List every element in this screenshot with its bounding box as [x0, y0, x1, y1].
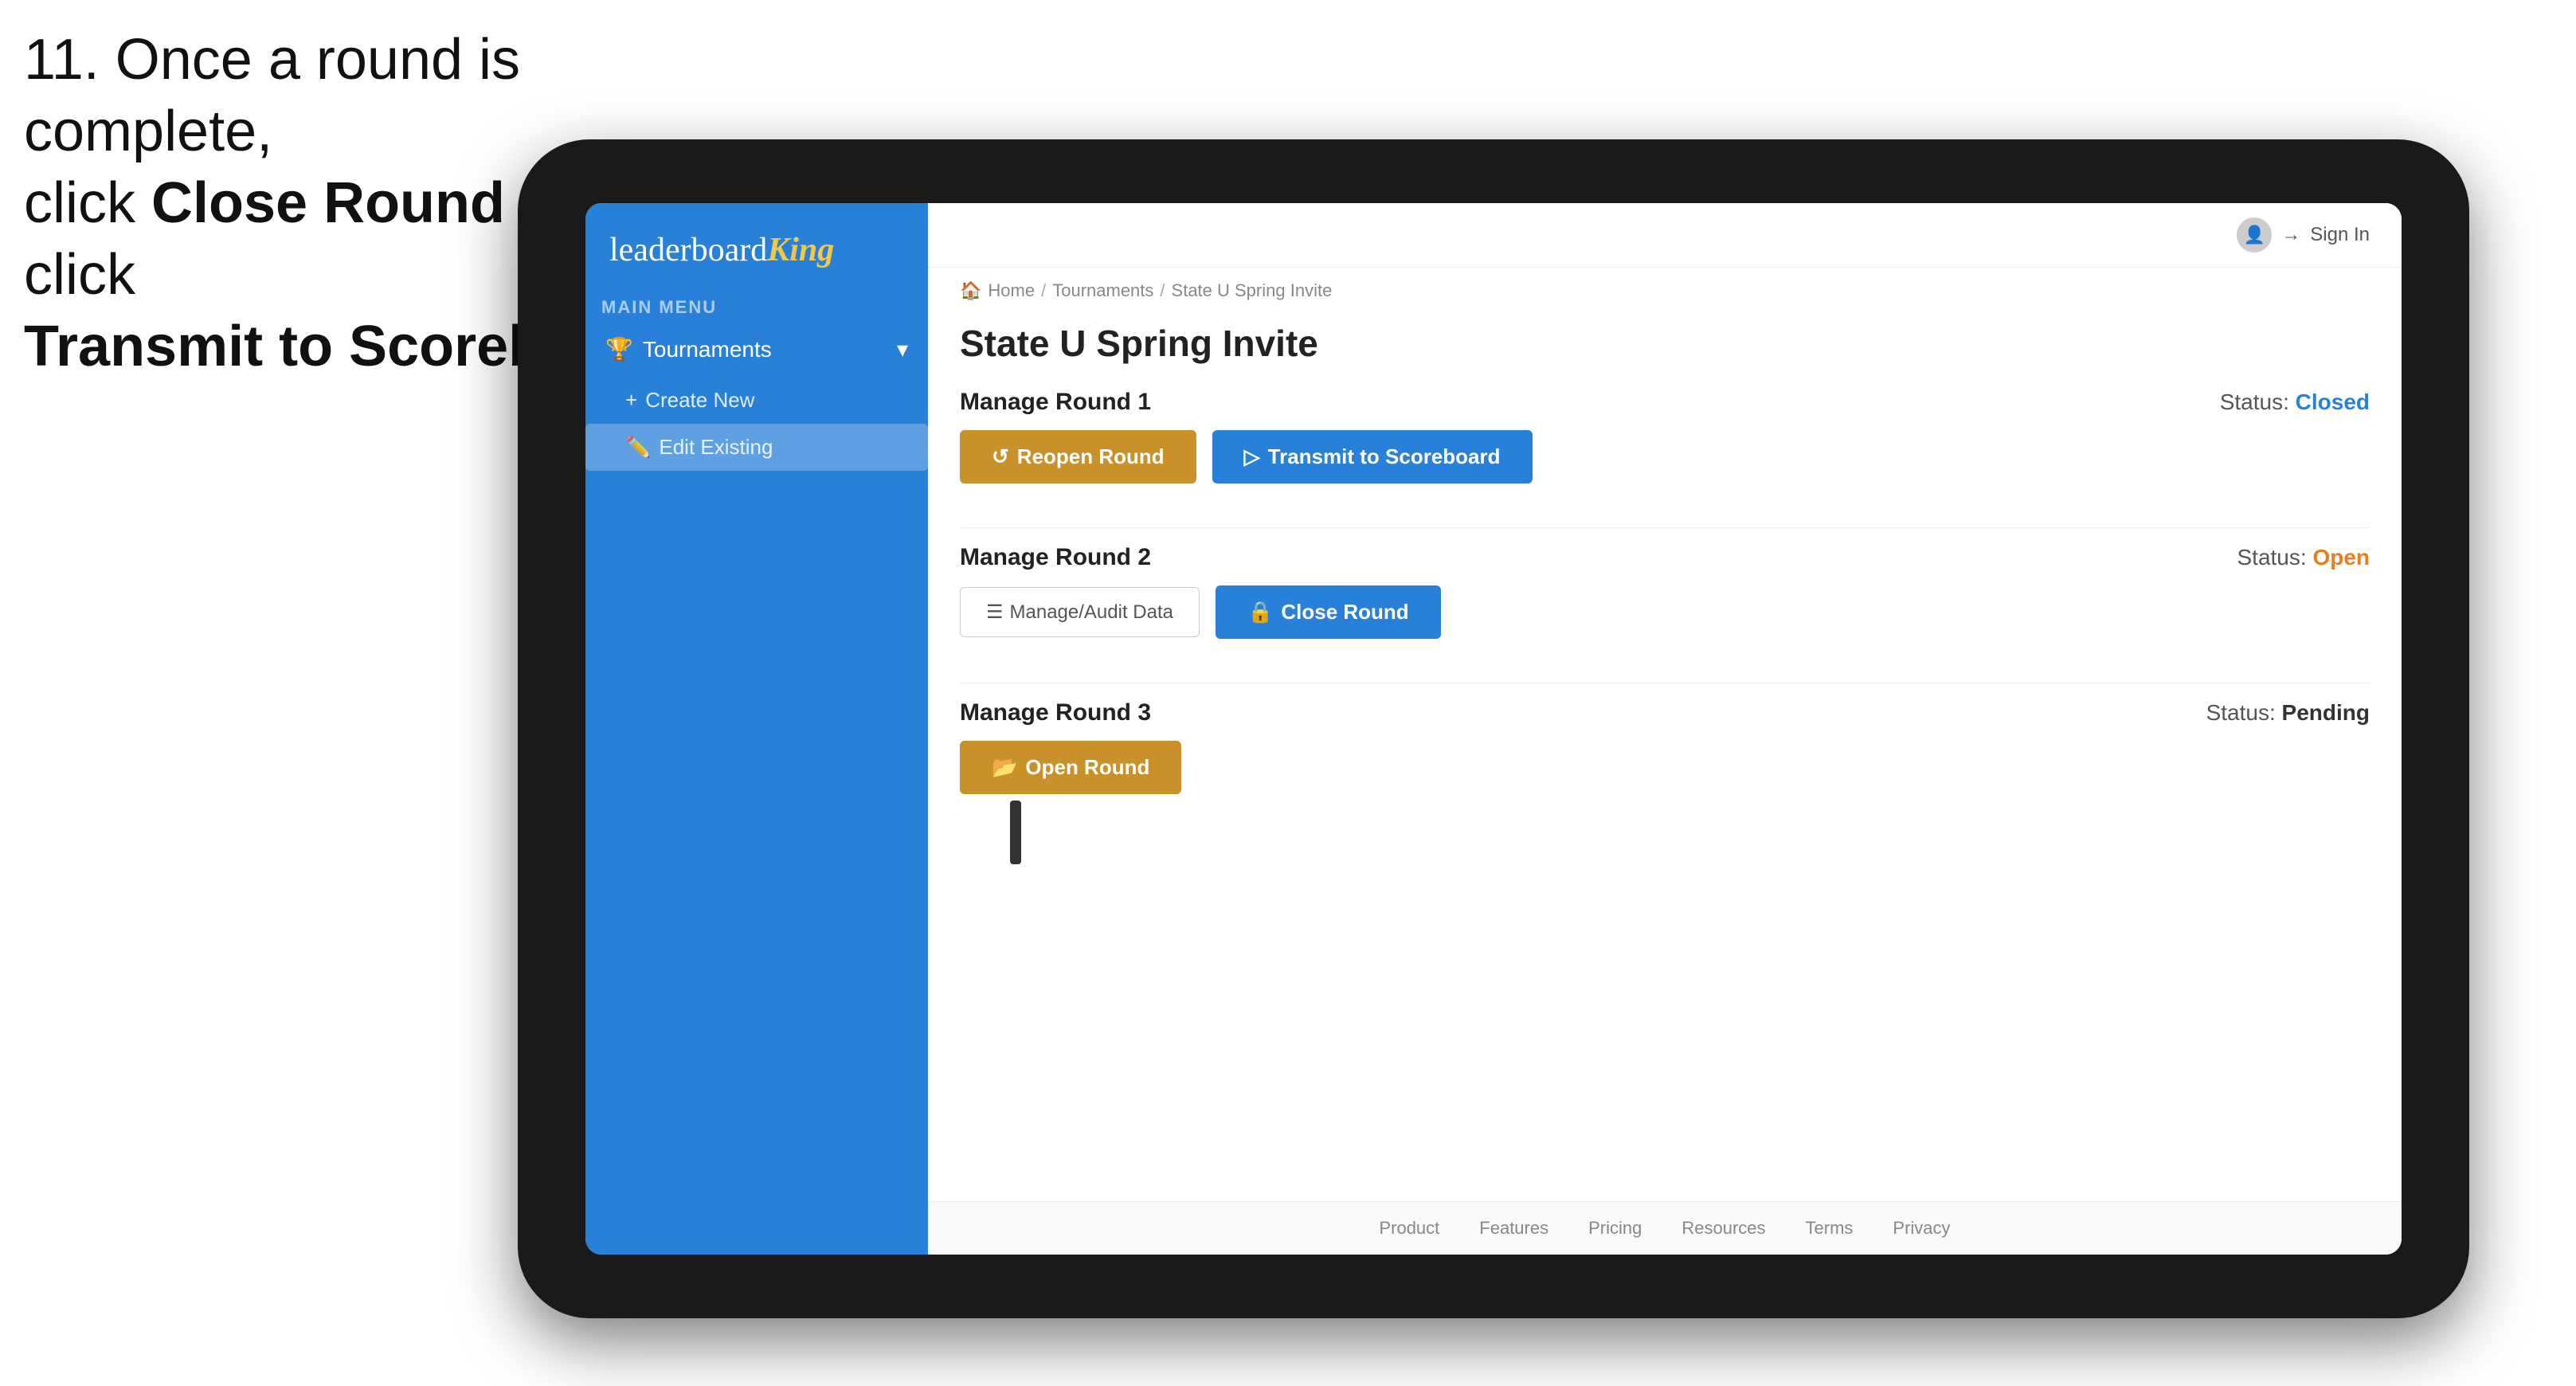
- lock-icon: 🔒: [1247, 600, 1273, 624]
- edit-icon: ✏️: [625, 435, 651, 460]
- sidebar-item-tournaments[interactable]: 🏆 Tournaments ▾: [585, 322, 928, 377]
- close-round-label: Close Round: [1281, 600, 1408, 624]
- logo-area: leaderboardKing: [585, 203, 928, 289]
- round1-header: Manage Round 1 Status: Closed: [960, 389, 2370, 416]
- app-logo: leaderboardKing: [609, 231, 904, 269]
- breadcrumb-sep1: /: [1041, 280, 1046, 301]
- close-round-bold: Close Round: [151, 171, 505, 235]
- sign-in-area[interactable]: 👤 → Sign In: [2237, 217, 2370, 253]
- sidebar-create-new[interactable]: + Create New: [585, 377, 928, 424]
- logo-king: King: [767, 232, 834, 268]
- round1-actions: ↺ Reopen Round ▷ Transmit to Scoreboard: [960, 430, 2370, 484]
- manage-icon: ☰: [986, 601, 1004, 624]
- breadcrumb-sep2: /: [1160, 280, 1165, 301]
- round3-header: Manage Round 3 Status: Pending: [960, 699, 2370, 726]
- edit-existing-label: Edit Existing: [659, 435, 773, 460]
- round1-status: Status: Closed: [2220, 390, 2370, 415]
- round3-label: Manage Round 3: [960, 699, 1151, 726]
- round1-label: Manage Round 1: [960, 389, 1151, 416]
- sidebar: leaderboardKing MAIN MENU 🏆 Tournaments …: [585, 203, 928, 1255]
- open-round-button[interactable]: 📂 Open Round: [960, 741, 1181, 794]
- footer-features[interactable]: Features: [1479, 1218, 1548, 1239]
- footer-privacy[interactable]: Privacy: [1893, 1218, 1950, 1239]
- footer-product[interactable]: Product: [1379, 1218, 1439, 1239]
- main-content: 👤 → Sign In 🏠 Home / Tournaments / State…: [928, 203, 2402, 1255]
- breadcrumb-current: State U Spring Invite: [1172, 280, 1333, 301]
- round1-status-label: Status:: [2220, 390, 2289, 414]
- footer-pricing[interactable]: Pricing: [1588, 1218, 1642, 1239]
- sign-in-arrow: →: [2281, 224, 2300, 246]
- chevron-down-icon: ▾: [897, 336, 908, 362]
- round2-actions: ☰ Manage/Audit Data 🔒 Close Round: [960, 585, 2370, 639]
- breadcrumb-tournaments[interactable]: Tournaments: [1052, 280, 1153, 301]
- avatar-icon: 👤: [2237, 217, 2272, 253]
- round2-status: Status: Open: [2237, 545, 2370, 570]
- footer-resources[interactable]: Resources: [1681, 1218, 1765, 1239]
- main-menu-label: MAIN MENU: [585, 289, 928, 322]
- round3-actions: 📂 Open Round: [960, 741, 2370, 794]
- instruction-line1: 11. Once a round is complete,: [24, 28, 520, 163]
- transmit-label: Transmit to Scoreboard: [1268, 444, 1501, 469]
- sidebar-edit-existing[interactable]: ✏️ Edit Existing: [585, 424, 928, 471]
- trophy-icon: 🏆: [605, 336, 633, 362]
- tablet-device: leaderboardKing MAIN MENU 🏆 Tournaments …: [518, 139, 2469, 1318]
- app-layout: leaderboardKing MAIN MENU 🏆 Tournaments …: [585, 203, 2402, 1255]
- sign-in-label: Sign In: [2310, 224, 2370, 246]
- breadcrumb-home[interactable]: Home: [988, 280, 1035, 301]
- open-round-label: Open Round: [1025, 755, 1149, 780]
- tournaments-label: Tournaments: [643, 337, 772, 362]
- round2-section: Manage Round 2 Status: Open ☰ Manage/Aud…: [960, 544, 2370, 655]
- plus-icon: +: [625, 388, 637, 413]
- home-icon: 🏠: [960, 280, 981, 301]
- open-icon: 📂: [992, 755, 1017, 780]
- round3-status: Status: Pending: [2206, 700, 2370, 726]
- round1-section: Manage Round 1 Status: Closed ↺ Reopen R…: [960, 389, 2370, 499]
- round3-section: Manage Round 3 Status: Pending 📂 Open Ro…: [960, 699, 2370, 810]
- create-new-label: Create New: [645, 388, 754, 413]
- reopen-round-label: Reopen Round: [1017, 444, 1165, 469]
- round3-status-value: Pending: [2282, 700, 2370, 725]
- tablet-screen: leaderboardKing MAIN MENU 🏆 Tournaments …: [585, 203, 2402, 1255]
- round2-label: Manage Round 2: [960, 544, 1151, 571]
- round2-status-label: Status:: [2237, 545, 2306, 570]
- page-title: State U Spring Invite: [960, 322, 2370, 365]
- footer-terms[interactable]: Terms: [1806, 1218, 1854, 1239]
- footer: Product Features Pricing Resources Terms…: [928, 1201, 2402, 1255]
- transmit-icon: ▷: [1244, 444, 1260, 469]
- reopen-round-button[interactable]: ↺ Reopen Round: [960, 430, 1196, 484]
- tablet-side-button: [1010, 801, 1021, 864]
- round3-status-label: Status:: [2206, 700, 2276, 725]
- breadcrumb: 🏠 Home / Tournaments / State U Spring In…: [928, 268, 2402, 306]
- round1-status-value: Closed: [2296, 390, 2370, 414]
- page-content: State U Spring Invite Manage Round 1 Sta…: [928, 306, 2402, 1201]
- reopen-icon: ↺: [992, 444, 1009, 469]
- round2-header: Manage Round 2 Status: Open: [960, 544, 2370, 571]
- divider1: [960, 527, 2370, 528]
- manage-label: Manage/Audit Data: [1010, 601, 1173, 624]
- close-round-button[interactable]: 🔒 Close Round: [1216, 585, 1441, 639]
- manage-audit-button[interactable]: ☰ Manage/Audit Data: [960, 587, 1200, 637]
- round2-status-value: Open: [2312, 545, 2370, 570]
- transmit-to-scoreboard-button[interactable]: ▷ Transmit to Scoreboard: [1212, 430, 1533, 484]
- top-bar: 👤 → Sign In: [928, 203, 2402, 268]
